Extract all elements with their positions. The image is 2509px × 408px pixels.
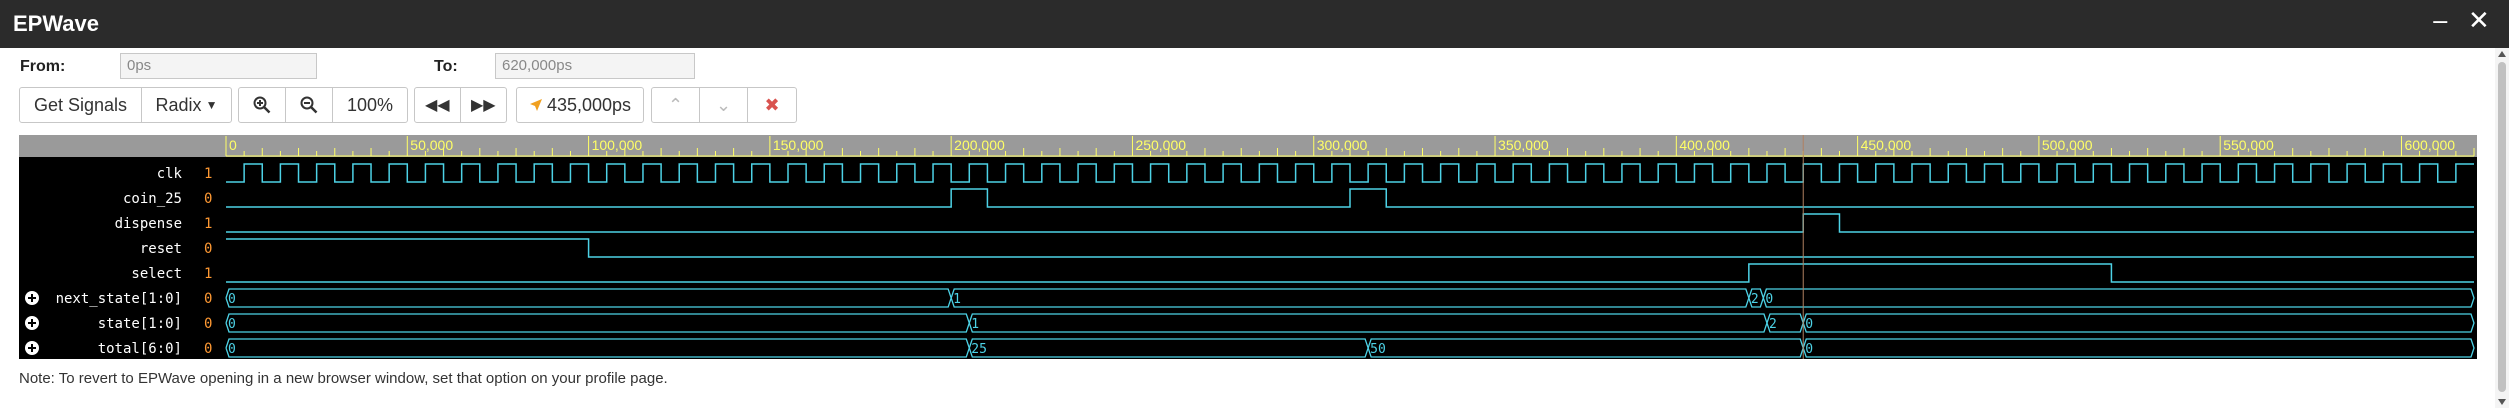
next-state-wave-segment [1762,288,2475,308]
to-input[interactable]: 620,000ps [495,53,695,79]
state-wave-segment [225,313,970,333]
state-wave-segment [1802,313,2475,333]
signal-name-1: coin_25 [123,191,182,207]
title-bar: EPWave ‒ ✕ [0,0,2509,48]
minimize-icon[interactable]: ‒ [2432,6,2449,36]
chevron-down-icon: ⌄ [715,94,732,115]
marker-button-group: ⌃ ⌄ ✖ [651,87,797,123]
fast-forward-icon: ▶▶ [470,97,496,114]
note-text: Note: To revert to EPWave opening in a n… [19,370,668,387]
transition-nav-group: ◀◀ ▶▶ [414,87,507,123]
zoom-out-icon [300,96,318,114]
cursor-time-group: 435,000ps [516,87,644,123]
prev-transition-button[interactable]: ◀◀ [415,88,461,122]
signal-name-7: total[6:0] [98,341,182,357]
dispense-wave [226,213,2474,233]
caret-down-icon: ▼ [205,98,218,112]
next-state-wave-label: 2 [1751,292,1759,307]
timeline-tick-label: 200,000 [954,137,1005,153]
next-state-wave-label: 0 [228,292,236,307]
total-wave-label: 0 [1805,342,1813,357]
zoom-level-display[interactable]: 100% [333,88,407,122]
total-wave-segment [1367,338,1804,358]
next-state-wave-segment [950,288,1750,308]
zoom-out-button[interactable] [286,88,333,122]
timeline-tick-label: 150,000 [773,137,824,153]
radix-button[interactable]: Radix ▼ [142,88,231,122]
coin_25-wave [226,188,2474,208]
state-wave-label: 1 [971,317,979,332]
signal-value-5: 0 [204,291,212,307]
fast-backward-icon: ◀◀ [424,97,450,114]
chevron-up-icon: ⌃ [667,94,684,115]
state-wave-label: 0 [1805,317,1813,332]
timeline-tick-label: 550,000 [2223,137,2274,153]
timeline-tick-label: 50,000 [410,137,453,153]
timeline-header [19,135,2477,157]
prev-marker-button[interactable]: ⌃ [652,88,700,122]
cursor-time-button[interactable]: 435,000ps [517,88,643,122]
timeline-tick-label: 100,000 [592,137,643,153]
signal-name-3: reset [140,241,182,257]
get-signals-button[interactable]: Get Signals [20,88,142,122]
total-wave-segment [968,338,1369,358]
window-title: EPWave [13,11,100,36]
signal-name-0: clk [157,166,183,182]
timeline-tick-label: 300,000 [1317,137,1368,153]
total-wave-segment [1802,338,2475,358]
timeline-tick-label: 600,000 [2404,137,2455,153]
close-icon[interactable]: ✕ [2468,6,2490,36]
signal-name-5: next_state[1:0] [56,291,182,307]
total-wave-label: 0 [228,342,236,357]
signal-name-4: select [131,266,182,282]
signal-name-6: state[1:0] [98,316,182,332]
waveform-canvas: 0 50,000 100,000 150,000 200,000 250,000 300,0… [19,135,2477,359]
signal-name-2: dispense [115,216,182,232]
timeline-tick-label: 0 [229,137,237,153]
next-state-wave-label: 1 [953,292,961,307]
select-wave [226,263,2474,283]
next-state-wave-label: 0 [1765,292,1773,307]
total-wave-label: 50 [1370,342,1386,357]
clear-icon: ✖ [764,94,780,115]
scrollbar[interactable] [2495,48,2509,408]
total-wave-label: 25 [971,342,987,357]
signal-value-4: 1 [204,266,212,282]
from-input[interactable]: 0ps [120,53,317,79]
timeline-tick-label: 500,000 [2042,137,2093,153]
signal-value-7: 0 [204,341,212,357]
zoom-in-icon [253,96,271,114]
reset-wave [226,238,2474,258]
scroll-up-icon[interactable] [2498,51,2506,57]
next-transition-button[interactable]: ▶▶ [461,88,507,122]
timeline-tick-label: 450,000 [1861,137,1912,153]
signals-button-group: Get Signals Radix ▼ [19,87,232,123]
from-label: From: [20,58,66,75]
clear-marker-button[interactable]: ✖ [748,88,796,122]
timeline-tick-label: 350,000 [1498,137,1549,153]
scroll-thumb[interactable] [2498,62,2506,392]
next-marker-button[interactable]: ⌄ [700,88,748,122]
signal-value-2: 1 [204,216,212,232]
state-wave-segment [968,313,1768,333]
timeline-tick-label: 250,000 [1135,137,1186,153]
radix-label: Radix [155,94,202,115]
timeline-tick-label: 400,000 [1679,137,1730,153]
scroll-down-icon[interactable] [2498,399,2506,405]
next-state-wave-segment [225,288,952,308]
zoom-in-button[interactable] [239,88,286,122]
signal-value-3: 0 [204,241,212,257]
total-wave-segment [225,338,970,358]
state-wave-label: 2 [1769,317,1777,332]
signal-value-0: 1 [204,166,212,182]
cursor-time-label: 435,000ps [546,94,632,115]
state-wave-label: 0 [228,317,236,332]
signal-value-6: 0 [204,316,212,332]
cursor-arrow-icon [529,99,542,111]
clk-wave [226,163,2474,183]
waveform-viewer[interactable]: 0 50,000 100,000 150,000 200,000 250,000 300,0… [19,135,2477,359]
signal-value-1: 0 [204,191,212,207]
zoom-button-group: 100% [238,87,408,123]
to-label: To: [434,58,458,75]
